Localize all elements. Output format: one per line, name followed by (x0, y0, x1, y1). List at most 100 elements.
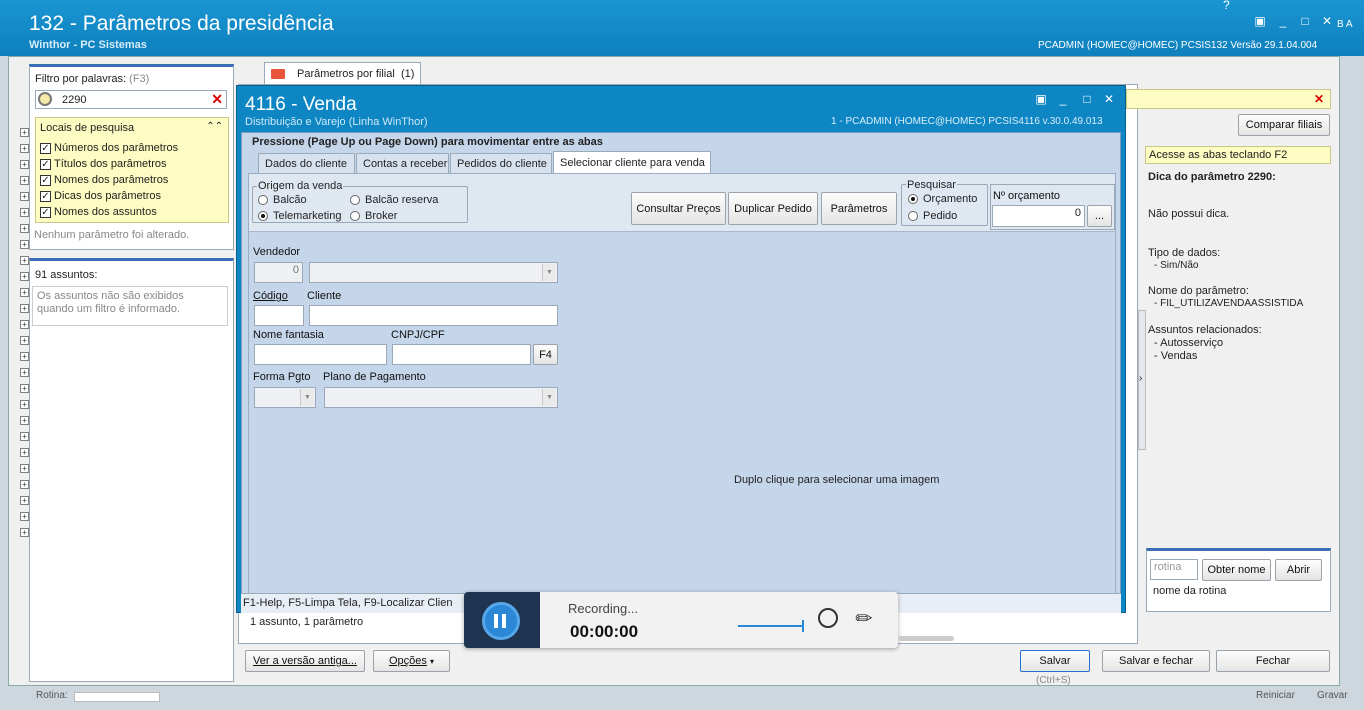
save-button[interactable]: Salvar (1020, 650, 1090, 672)
orcamento-lookup-button[interactable]: ... (1087, 205, 1112, 227)
check-assuntos[interactable]: ✓ Nomes dos assuntos (40, 206, 157, 218)
nome-label: Nome do parâmetro: (1148, 285, 1249, 297)
radio-orcamento[interactable]: Orçamento (908, 193, 977, 205)
pause-icon (494, 614, 498, 628)
origem-title: Origem da venda (257, 180, 344, 192)
close-button[interactable]: Fechar (1216, 650, 1330, 672)
vendedor-select[interactable]: ▼ (309, 262, 558, 283)
cliente-input[interactable] (309, 305, 558, 326)
duplicar-pedido-button[interactable]: Duplicar Pedido (728, 192, 818, 225)
locais-box: Locais de pesquisa ⌃⌃ ✓ Números dos parâm… (35, 117, 229, 223)
formapgto-select[interactable]: ▼ (254, 387, 316, 408)
check-nomes[interactable]: ✓ Nomes dos parâmetros (40, 174, 168, 186)
venda-subtitle: Distribuição e Varejo (Linha WinThor) (245, 116, 428, 128)
close-icon[interactable]: ✕ (1319, 14, 1335, 28)
radio-broker[interactable]: Broker (350, 210, 397, 222)
tipo-label: Tipo de dados: (1148, 247, 1221, 259)
f4-button[interactable]: F4 (533, 344, 558, 365)
save-shortcut: (Ctrl+S) (1036, 675, 1071, 686)
venda-footer-text: F1-Help, F5-Limpa Tela, F9-Localizar Cli… (243, 597, 453, 609)
tab-pedidos-cliente[interactable]: Pedidos do cliente (450, 153, 552, 173)
cut-rotina-field (74, 692, 160, 702)
cut-rotina-label: Rotina: (36, 690, 68, 701)
collapse-icon[interactable]: ⌃⌃ (206, 121, 223, 132)
slider-handle[interactable] (802, 620, 804, 632)
tab-parametros-filial[interactable]: Parâmetros por filial (1) (264, 62, 422, 84)
radio-pedido[interactable]: Pedido (908, 210, 957, 222)
consultar-precos-button[interactable]: Consultar Preços (631, 192, 726, 225)
recorder-bar: Recording... 00:00:00 ✎ (464, 592, 898, 648)
search-input[interactable]: 2290 (62, 94, 86, 106)
abrir-button[interactable]: Abrir (1275, 559, 1322, 581)
assuntos-panel: 91 assuntos: Os assuntos não são exibido… (29, 258, 234, 682)
radio-balcao-reserva[interactable]: Balcão reserva (350, 194, 438, 206)
compare-filiais-button[interactable]: Comparar filiais (1238, 114, 1330, 136)
check-dicas[interactable]: ✓ Dicas dos parâmetros (40, 190, 161, 202)
pen-icon[interactable]: ✎ (850, 604, 880, 634)
horizontal-scrollbar[interactable] (898, 636, 954, 641)
cut-right-label: B A (1337, 19, 1353, 30)
fantasia-label: Nome fantasia (253, 329, 324, 341)
pesquisar-title: Pesquisar (906, 179, 957, 191)
orcamento-input[interactable]: 0 (992, 205, 1085, 227)
tab-dados-cliente[interactable]: Dados do cliente (258, 153, 355, 173)
tabs-hint: Pressione (Page Up ou Page Down) para mo… (252, 136, 603, 148)
check-titulos[interactable]: ✓ Títulos dos parâmetros (40, 158, 167, 170)
dropdown-arrow-icon: ▼ (542, 264, 556, 281)
dropdown-arrow-icon: ▼ (300, 389, 314, 406)
center-yellow-bar: ✕ (1126, 89, 1331, 109)
maximize-icon[interactable]: □ (1297, 14, 1313, 28)
recording-label: Recording... (568, 601, 639, 616)
assuntos-rel-label: Assuntos relacionados: (1148, 324, 1262, 336)
main-title-bar: 132 - Parâmetros da presidência Winthor … (0, 0, 1364, 56)
radio-telemarketing[interactable]: Telemarketing (258, 210, 341, 222)
orcamento-group: Nº orçamento 0 ... (990, 184, 1115, 230)
assunto-rel-item: - Autosserviço (1154, 337, 1224, 349)
splitter-handle[interactable]: › (1138, 310, 1146, 450)
dropdown-arrow-icon: ▼ (542, 389, 556, 406)
close-bar-icon[interactable]: ✕ (1314, 92, 1324, 106)
clear-search-icon[interactable]: ✕ (211, 91, 223, 108)
plano-select[interactable]: ▼ (324, 387, 558, 408)
options-button[interactable]: Opções ▾ (373, 650, 450, 672)
center-status-text: 1 assunto, 1 parâmetro (250, 616, 364, 628)
rotina-input[interactable]: rotina (1150, 559, 1198, 580)
restore-icon[interactable]: ▣ (1252, 14, 1268, 28)
check-numeros[interactable]: ✓ Números dos parâmetros (40, 142, 178, 154)
venda-maximize-icon[interactable]: □ (1079, 92, 1095, 106)
minimize-icon[interactable]: _ (1275, 14, 1291, 28)
vendedor-code-input[interactable]: 0 (254, 262, 303, 283)
pause-button[interactable] (482, 602, 520, 640)
chevron-right-icon: › (1139, 373, 1143, 384)
checkbox-icon: ✓ (40, 158, 51, 170)
venda-minimize-icon[interactable]: _ (1055, 92, 1071, 106)
old-version-button[interactable]: Ver a versão antiga... (245, 650, 365, 672)
radio-balcao[interactable]: Balcão (258, 194, 307, 206)
venda-restore-icon[interactable]: ▣ (1033, 92, 1049, 106)
plano-label: Plano de Pagamento (323, 371, 426, 383)
cnpj-input[interactable] (392, 344, 531, 365)
tab-contas-receber[interactable]: Contas a receber (356, 153, 449, 173)
checkbox-icon: ✓ (40, 142, 51, 154)
tab-selecionar-cliente[interactable]: Selecionar cliente para venda (553, 151, 711, 173)
rotina-panel: rotina Obter nome Abrir nome da rotina (1146, 548, 1331, 612)
image-drop-area[interactable]: Duplo clique para selecionar uma imagem (569, 234, 1115, 604)
origem-group: Origem da venda Balcão Balcão reserva Te… (252, 180, 468, 223)
webcam-icon[interactable] (818, 608, 838, 628)
pesquisar-group: Pesquisar Orçamento Pedido (901, 179, 988, 226)
filter-panel: Filtro por palavras: (F3) 2290 ✕ Locais … (29, 64, 234, 250)
venda-close-icon[interactable]: ✕ (1101, 92, 1117, 106)
assuntos-info: Os assuntos não são exibidos quando um f… (32, 286, 228, 326)
help-icon[interactable]: ? (1223, 0, 1230, 12)
parametros-button[interactable]: Parâmetros (821, 192, 897, 225)
save-close-button[interactable]: Salvar e fechar (1102, 650, 1210, 672)
main-window-status: PCADMIN (HOMEC@HOMEC) PCSIS132 Versão 29… (1038, 40, 1318, 51)
recording-time: 00:00:00 (570, 622, 639, 641)
fantasia-input[interactable] (254, 344, 387, 365)
codigo-input[interactable] (254, 305, 304, 326)
codigo-label: Código (253, 290, 288, 302)
checkbox-icon: ✓ (40, 174, 51, 186)
volume-slider[interactable] (738, 620, 804, 632)
filter-search-box[interactable]: 2290 ✕ (35, 90, 227, 109)
obter-nome-button[interactable]: Obter nome (1202, 559, 1271, 581)
